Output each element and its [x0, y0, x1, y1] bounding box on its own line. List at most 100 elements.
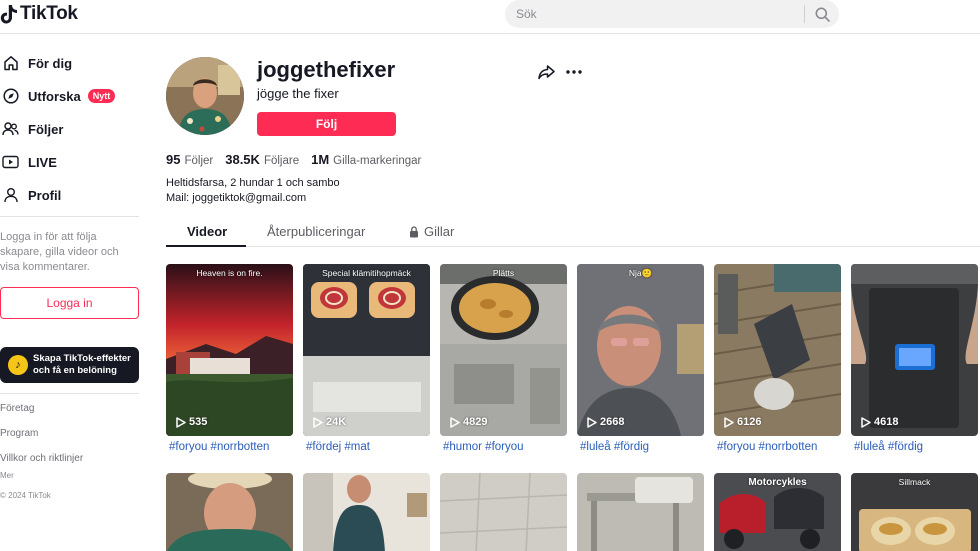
video-thumbnail[interactable]: Sillmack: [851, 473, 978, 551]
view-count: 24K: [313, 416, 346, 428]
avatar: [166, 57, 244, 135]
video-thumbnail: Plätts 4829: [440, 264, 567, 436]
video-thumbnail[interactable]: [577, 473, 704, 551]
footer-company-link[interactable]: Företag: [0, 403, 34, 414]
view-count-value: 24K: [326, 416, 347, 428]
video-caption: Special klämitihopmäck: [322, 268, 411, 278]
tiktok-logo[interactable]: TikTok: [0, 3, 78, 25]
search-icon: [815, 7, 830, 22]
compass-icon: [2, 88, 19, 105]
video-thumbnail[interactable]: [303, 473, 430, 551]
video-thumbnail: 6126: [714, 264, 841, 436]
sidebar-divider: [0, 393, 139, 394]
effects-promo-banner[interactable]: ♪ Skapa TikTok-effekter och få en belöni…: [0, 347, 139, 383]
video-caption: Heaven is on fire.: [196, 268, 263, 278]
video-thumbnail: 4618: [851, 264, 978, 436]
active-tab-indicator: [166, 245, 246, 247]
stat-following[interactable]: 95 Följer: [166, 152, 213, 167]
view-count: 4618: [861, 416, 898, 428]
nav-profile[interactable]: Profil: [2, 184, 61, 206]
stat-value: 38.5K: [225, 152, 260, 167]
stat-value: 95: [166, 152, 181, 167]
view-count: 4829: [450, 416, 487, 428]
promo-text: Skapa TikTok-effekter och få en belöning: [33, 353, 131, 376]
video-caption: Sillmack: [898, 477, 931, 487]
nav-explore[interactable]: Utforska Nytt: [2, 85, 116, 107]
video-hashtags[interactable]: #foryou #norrbotten: [717, 441, 817, 453]
play-icon: [724, 416, 734, 428]
share-icon: [537, 65, 555, 80]
nav-label: För dig: [28, 55, 73, 71]
play-icon: [587, 416, 597, 428]
live-icon: [2, 154, 19, 171]
video-thumbnail[interactable]: [440, 473, 567, 551]
search-input[interactable]: [505, 0, 804, 28]
tab-videos[interactable]: Videor: [187, 224, 227, 239]
more-options-button[interactable]: [563, 62, 585, 82]
view-count-value: 535: [189, 416, 208, 428]
video-hashtags[interactable]: #humor #foryou: [443, 441, 524, 453]
view-count-value: 2668: [600, 416, 625, 428]
sidebar: För dig Utforska Nytt Följer LIVE Profil…: [0, 34, 150, 551]
user-icon: [2, 187, 19, 204]
video-hashtags[interactable]: #luleå #fördig: [854, 441, 923, 453]
login-prompt-text: Logga in för att följa skapare, gilla vi…: [0, 231, 119, 273]
view-count-value: 4829: [463, 416, 488, 428]
nav-following[interactable]: Följer: [2, 118, 63, 140]
top-bar: TikTok: [0, 0, 980, 34]
tiktok-note-icon: [0, 5, 18, 24]
search-bar: [505, 0, 839, 28]
view-count: 535: [176, 416, 207, 428]
footer-program-link[interactable]: Program: [0, 428, 38, 439]
nav-label: LIVE: [28, 154, 57, 170]
video-thumbnail[interactable]: [166, 473, 293, 551]
footer-terms-link[interactable]: Villkor och riktlinjer: [0, 453, 83, 464]
play-icon: [313, 416, 323, 428]
search-button[interactable]: [805, 0, 839, 28]
view-count: 2668: [587, 416, 624, 428]
more-dots-icon: [566, 70, 582, 74]
nav-label: Utforska: [28, 88, 81, 104]
coin-icon: ♪: [8, 355, 28, 375]
nav-live[interactable]: LIVE: [2, 151, 57, 173]
stat-followers[interactable]: 38.5K Följare: [225, 152, 299, 167]
login-button[interactable]: Logga in: [0, 287, 139, 319]
nav-label: Följer: [28, 121, 64, 137]
copyright-text: © 2024 TikTok: [0, 491, 51, 500]
stat-label: Följer: [184, 155, 214, 167]
bio-line: Heltidsfarsa, 2 hundar 1 och sambo: [166, 177, 340, 189]
profile-display-name: jögge the fixer: [257, 86, 339, 101]
play-icon: [861, 416, 871, 428]
stat-label: Gilla-markeringar: [333, 155, 422, 167]
profile-bio: Heltidsfarsa, 2 hundar 1 och sambo Mail:…: [166, 176, 340, 206]
stat-label: Följare: [263, 155, 300, 167]
share-button[interactable]: [536, 62, 556, 82]
nav-for-you[interactable]: För dig: [2, 52, 72, 74]
sidebar-divider: [0, 216, 139, 217]
video-hashtags[interactable]: #luleå #fördig: [580, 441, 649, 453]
play-icon: [176, 416, 186, 428]
video-thumbnail: Nja🙂 2668: [577, 264, 704, 436]
video-hashtags[interactable]: #fördej #mat: [306, 441, 370, 453]
footer-more-link[interactable]: Mer: [0, 471, 14, 480]
follow-button[interactable]: Följ: [257, 112, 396, 136]
video-thumbnail: Special klämitihopmäck 24K: [303, 264, 430, 436]
video-thumbnail: Heaven is on fire. 535: [166, 264, 293, 436]
tab-label: Gillar: [424, 224, 455, 239]
profile-tabs: Videor Återpubliceringar Gillar: [166, 220, 980, 247]
video-caption: Nja🙂: [628, 268, 653, 278]
play-icon: [450, 416, 460, 428]
stat-likes: 1M Gilla-markeringar: [311, 152, 421, 167]
tab-reposts[interactable]: Återpubliceringar: [267, 224, 365, 239]
video-caption: Motorcykles: [748, 477, 807, 488]
video-hashtags[interactable]: #foryou #norrbotten: [169, 441, 269, 453]
lock-icon: [410, 225, 418, 237]
view-count-value: 4618: [874, 416, 899, 428]
tab-liked[interactable]: Gillar: [409, 224, 454, 239]
video-thumbnail[interactable]: Motorcykles: [714, 473, 841, 551]
people-icon: [2, 121, 19, 138]
profile-stats: 95 Följer 38.5K Följare 1M Gilla-markeri…: [166, 152, 421, 167]
view-count: 6126: [724, 416, 761, 428]
tiktok-wordmark: TikTok: [20, 3, 78, 24]
profile-username: joggethefixer: [257, 57, 396, 82]
